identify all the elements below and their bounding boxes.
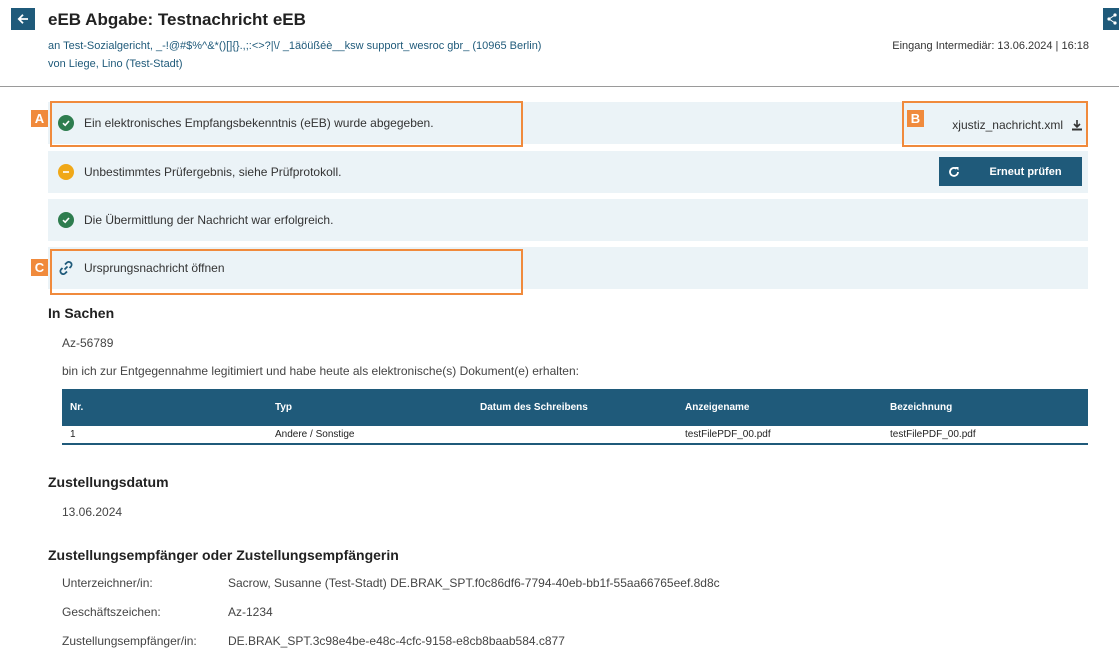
transfer-status-text: Die Übermittlung der Nachricht war erfol… xyxy=(84,213,334,227)
arrow-left-icon xyxy=(17,14,28,24)
transfer-status-bar: Die Übermittlung der Nachricht war erfol… xyxy=(48,199,1088,241)
cell-datum xyxy=(472,426,677,445)
recheck-label: Erneut prüfen xyxy=(989,165,1062,178)
cell-nr: 1 xyxy=(62,426,267,445)
geschaeftszeichen-label: Geschäftszeichen: xyxy=(62,605,161,619)
recipient-line: an Test-Sozialgericht, _-!@#$%^&*()[]{}.… xyxy=(48,40,542,52)
refresh-icon xyxy=(939,166,969,178)
sender-line: von Liege, Lino (Test-Stadt) xyxy=(48,58,183,70)
zustellungsempfaenger-label: Zustellungsempfänger/in: xyxy=(62,634,197,648)
table-row[interactable]: 1 Andere / Sonstige testFilePDF_00.pdf t… xyxy=(62,426,1088,445)
recheck-button[interactable]: Erneut prüfen xyxy=(939,157,1082,186)
pruef-status-text: Unbestimmtes Prüfergebnis, siehe Prüfpro… xyxy=(84,165,342,179)
empfaenger-heading: Zustellungsempfänger oder Zustellungsemp… xyxy=(48,547,399,563)
eingang-timestamp: Eingang Intermediär: 13.06.2024 | 16:18 xyxy=(892,40,1089,52)
col-header-anzeigename: Anzeigename xyxy=(677,389,882,426)
documents-table: Nr. Typ Datum des Schreibens Anzeigename… xyxy=(62,389,1088,445)
back-button[interactable] xyxy=(11,8,35,30)
header-divider xyxy=(0,86,1119,87)
unterzeichner-label: Unterzeichner/in: xyxy=(62,576,153,590)
cell-anzeigename: testFilePDF_00.pdf xyxy=(677,426,882,445)
pruef-status-bar: Unbestimmtes Prüfergebnis, siehe Prüfpro… xyxy=(48,151,1088,193)
marker-a: A xyxy=(31,110,48,127)
cell-typ: Andere / Sonstige xyxy=(267,426,472,445)
highlight-box-b xyxy=(902,101,1088,147)
in-sachen-heading: In Sachen xyxy=(48,305,115,321)
case-reference: Az-56789 xyxy=(62,336,114,350)
zustellungsdatum-value: 13.06.2024 xyxy=(62,505,123,519)
cell-bezeichnung: testFilePDF_00.pdf xyxy=(882,426,1088,445)
highlight-box-c xyxy=(50,249,523,295)
check-icon xyxy=(58,212,74,228)
highlight-box-a xyxy=(50,101,523,147)
unterzeichner-value: Sacrow, Susanne (Test-Stadt) DE.BRAK_SPT… xyxy=(228,576,720,590)
col-header-bezeichnung: Bezeichnung xyxy=(882,389,1088,426)
share-button[interactable] xyxy=(1103,8,1119,30)
zustellungsdatum-heading: Zustellungsdatum xyxy=(48,474,169,490)
col-header-typ: Typ xyxy=(267,389,472,426)
zustellungsempfaenger-value: DE.BRAK_SPT.3c98e4be-e48c-4cfc-9158-e8cb… xyxy=(228,634,565,648)
minus-circle-icon xyxy=(58,164,74,180)
page-title: eEB Abgabe: Testnachricht eEB xyxy=(48,10,306,29)
marker-c: C xyxy=(31,259,48,276)
col-header-nr: Nr. xyxy=(62,389,267,426)
geschaeftszeichen-value: Az-1234 xyxy=(228,605,273,619)
share-icon xyxy=(1107,13,1117,25)
marker-b: B xyxy=(907,110,924,127)
col-header-datum: Datum des Schreibens xyxy=(472,389,677,426)
receipt-statement: bin ich zur Entgegennahme legitimiert un… xyxy=(62,364,579,378)
table-header-row: Nr. Typ Datum des Schreibens Anzeigename… xyxy=(62,389,1088,426)
